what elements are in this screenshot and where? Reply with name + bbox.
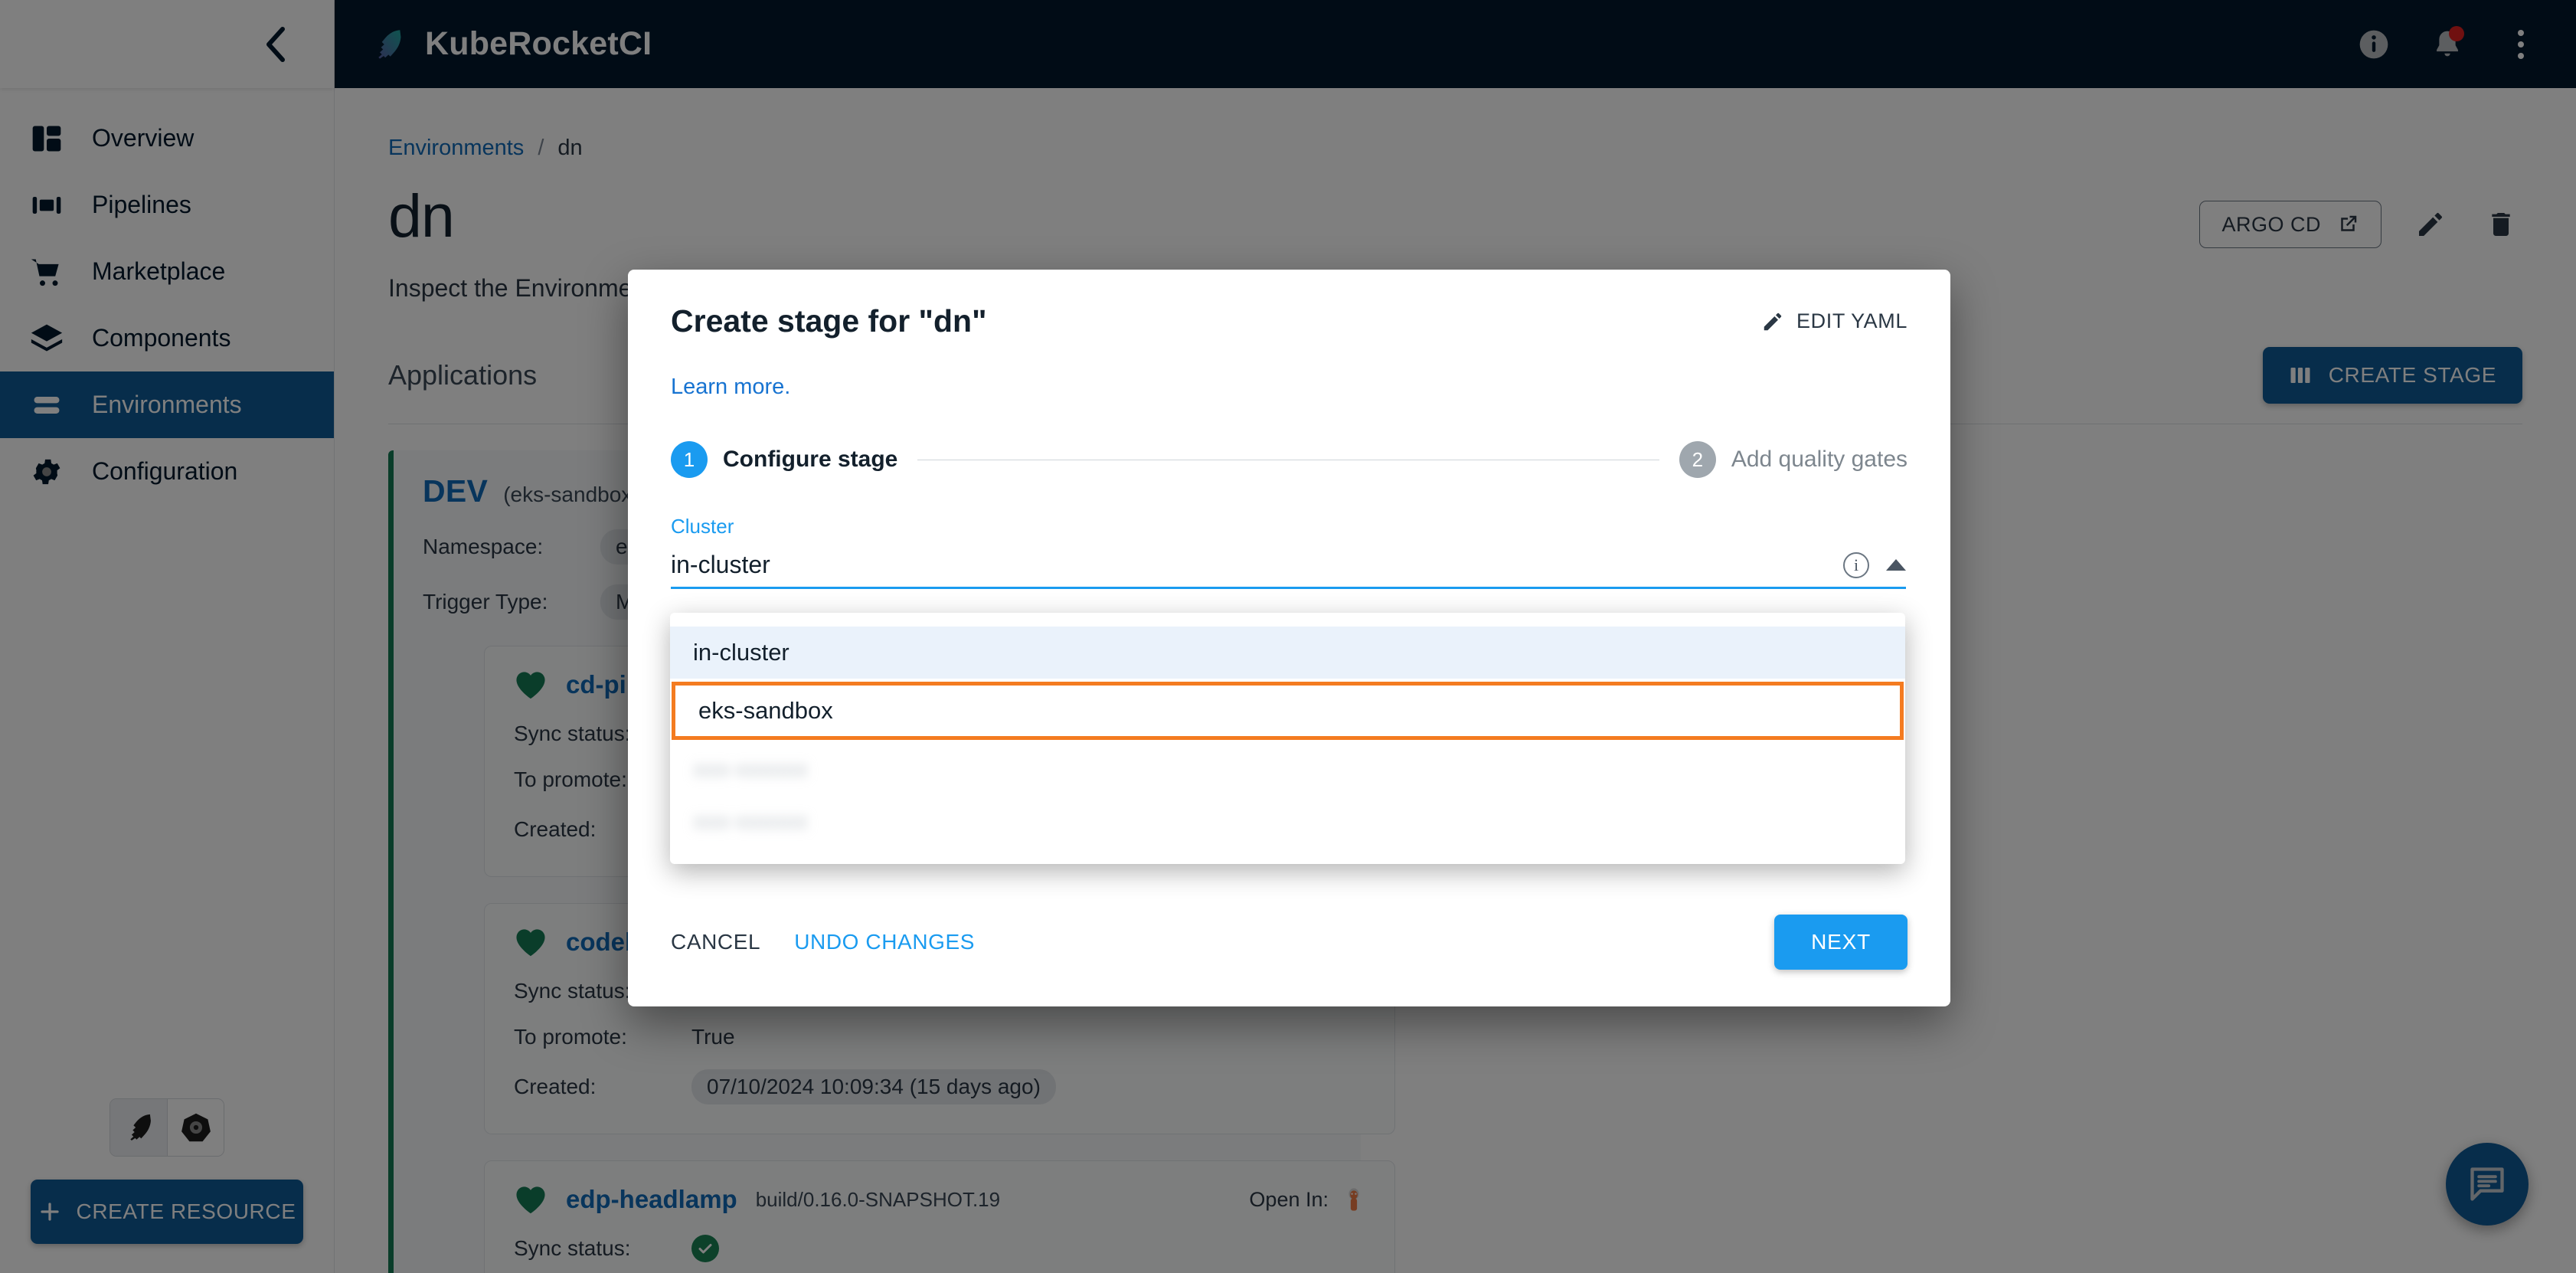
step-number: 2: [1679, 441, 1716, 478]
dialog-title: Create stage for "dn": [671, 303, 987, 339]
edit-yaml-label: EDIT YAML: [1796, 309, 1907, 332]
next-button[interactable]: NEXT: [1774, 915, 1907, 970]
step-configure-stage[interactable]: 1 Configure stage: [671, 441, 897, 478]
cluster-field-label: Cluster: [671, 515, 734, 538]
cluster-select[interactable]: in-cluster i: [671, 551, 1906, 589]
cluster-option-blurred[interactable]: xxx-xxxxxx: [670, 743, 1905, 795]
undo-changes-button[interactable]: UNDO CHANGES: [794, 930, 975, 954]
app-root: Overview Pipelines: [0, 0, 2576, 1273]
step-number: 1: [671, 441, 708, 478]
step-add-quality-gates[interactable]: 2 Add quality gates: [1679, 441, 1907, 478]
step-label: Add quality gates: [1731, 447, 1907, 472]
dialog-stepper: 1 Configure stage 2 Add quality gates: [628, 400, 1950, 478]
cluster-option-in-cluster[interactable]: in-cluster: [670, 627, 1905, 679]
cancel-button[interactable]: CANCEL: [671, 930, 760, 954]
step-label: Configure stage: [723, 447, 898, 472]
learn-more-link[interactable]: Learn more.: [628, 339, 1950, 400]
cluster-select-icons: i: [1843, 551, 1906, 578]
info-circle-icon[interactable]: i: [1843, 551, 1869, 578]
edit-yaml-button[interactable]: EDIT YAML: [1761, 309, 1907, 333]
dialog-footer: CANCEL UNDO CHANGES NEXT: [628, 915, 1950, 1006]
pencil-icon: [1764, 313, 1782, 330]
cluster-option-eks-sandbox[interactable]: eks-sandbox: [672, 682, 1904, 740]
cluster-option-blurred[interactable]: xxx-xxxxxx: [670, 795, 1905, 847]
dialog-header: Create stage for "dn" EDIT YAML: [628, 270, 1950, 339]
dialog-form: Cluster in-cluster i: [628, 478, 1950, 589]
cluster-select-value: in-cluster: [671, 551, 770, 578]
cluster-dropdown-menu: in-cluster eks-sandbox xxx-xxxxxx xxx-xx…: [670, 613, 1905, 864]
caret-up-icon[interactable]: [1886, 559, 1906, 571]
